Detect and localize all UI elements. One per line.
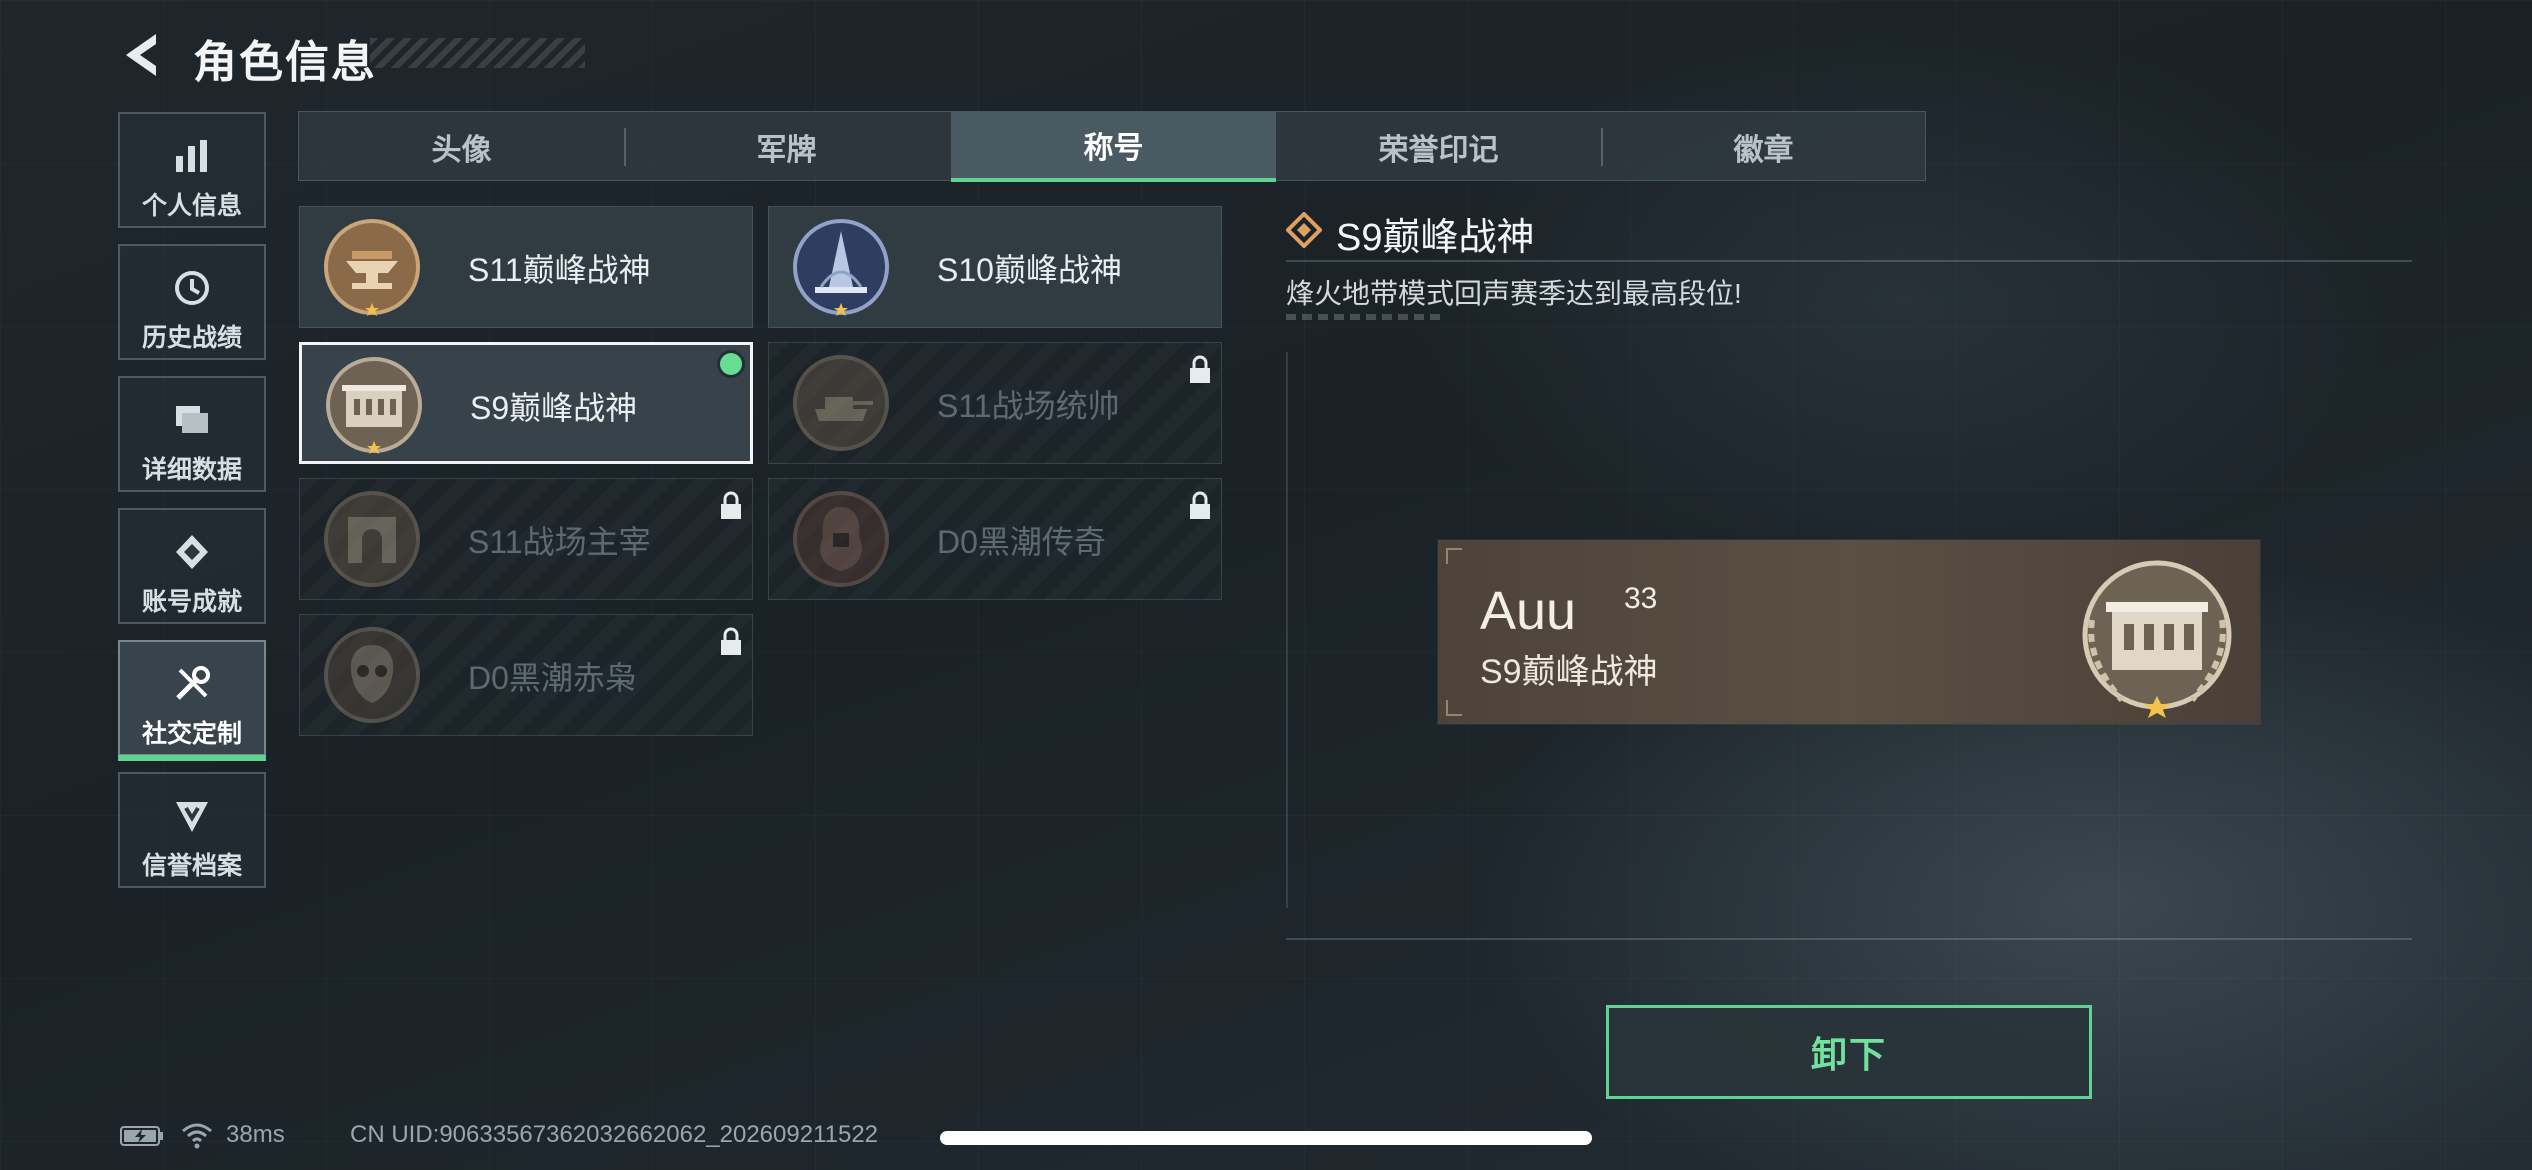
tab-honor-mark[interactable]: 荣誉印记 xyxy=(1276,112,1601,182)
title-name: S11战场主宰 xyxy=(468,524,651,560)
wifi-icon xyxy=(182,1123,212,1149)
equipped-indicator xyxy=(720,353,742,375)
lock-icon xyxy=(721,627,741,655)
title-card[interactable]: S10巅峰战神 xyxy=(768,206,1222,328)
bar-chart-icon xyxy=(170,134,214,178)
lock-icon xyxy=(721,491,741,519)
nameplate-title: S9巅峰战神 xyxy=(1480,653,1658,691)
title-decoration xyxy=(370,38,585,68)
chevron-left-icon[interactable] xyxy=(118,30,166,80)
lock-icon xyxy=(1190,355,1210,383)
player-level: 33 xyxy=(1624,582,1658,615)
sidebar-item-social-custom[interactable]: 社交定制 xyxy=(118,640,266,761)
sidebar-item-achievements[interactable]: 账号成就 xyxy=(118,508,266,624)
title-card-locked[interactable]: S11战场统帅 xyxy=(768,342,1222,464)
achievement-badge-icon xyxy=(170,530,214,574)
title-card-locked[interactable]: D0黑潮传奇 xyxy=(768,478,1222,600)
sidebar-item-label: 详细数据 xyxy=(141,456,242,484)
title-name: S9巅峰战神 xyxy=(470,390,638,426)
preview-frame-edge xyxy=(1286,352,1288,908)
skull-mask-medal-icon xyxy=(324,627,420,723)
preview-frame-edge xyxy=(1286,938,2412,940)
corner-bracket xyxy=(1446,700,1462,716)
title-card-locked[interactable]: D0黑潮赤枭 xyxy=(299,614,753,736)
title-name: S11战场统帅 xyxy=(937,388,1120,424)
page-title: 角色信息 xyxy=(193,38,377,87)
tab-dog-tag[interactable]: 军牌 xyxy=(624,112,949,182)
tools-icon xyxy=(170,662,214,706)
sidebar-item-history[interactable]: 历史战绩 xyxy=(118,244,266,360)
title-card-selected[interactable]: S9巅峰战神 xyxy=(299,342,753,464)
title-card-locked[interactable]: S11战场主宰 xyxy=(299,478,753,600)
player-name: Auu xyxy=(1480,581,1577,641)
sidebar-item-credit-record[interactable]: 信誉档案 xyxy=(118,772,266,888)
corner-bracket xyxy=(1446,548,1462,564)
hooded-figure-medal-icon xyxy=(793,491,889,587)
tower-medal-icon xyxy=(793,219,889,316)
detail-divider xyxy=(1286,260,2412,262)
title-name: D0黑潮传奇 xyxy=(937,524,1106,560)
tab-badge[interactable]: 徽章 xyxy=(1601,112,1926,182)
tab-title[interactable]: 称号 xyxy=(951,112,1276,182)
ping-readout: 38ms xyxy=(226,1121,285,1148)
sidebar-item-label: 账号成就 xyxy=(141,588,242,616)
anvil-medal-icon xyxy=(324,219,420,316)
history-clock-icon xyxy=(170,266,214,310)
sidebar-item-label: 个人信息 xyxy=(141,192,242,220)
sidebar-item-detailed-data[interactable]: 详细数据 xyxy=(118,376,266,492)
sidebar-item-label: 信誉档案 xyxy=(141,852,242,880)
arch-medal-icon xyxy=(324,491,420,587)
title-name: D0黑潮赤枭 xyxy=(468,660,637,696)
shield-chevron-icon xyxy=(170,794,214,838)
detail-description: 烽火地带模式回声赛季达到最高段位! xyxy=(1286,278,1742,309)
title-name: S11巅峰战神 xyxy=(468,252,651,288)
tab-avatar[interactable]: 头像 xyxy=(299,112,624,182)
tab-bar: 头像 军牌 称号 荣誉印记 徽章 xyxy=(298,111,1926,182)
title-card[interactable]: S11巅峰战神 xyxy=(299,206,753,328)
fortress-medal-icon xyxy=(326,357,422,454)
sidebar-item-label: 历史战绩 xyxy=(141,324,242,352)
title-name: S10巅峰战神 xyxy=(937,252,1122,288)
fortress-medal-icon xyxy=(2082,560,2232,718)
sidebar-item-label: 社交定制 xyxy=(141,720,242,748)
nameplate-preview: Auu 33 S9巅峰战神 xyxy=(1438,540,2260,724)
title-diamond-icon xyxy=(1286,212,1322,248)
lock-icon xyxy=(1190,491,1210,519)
unequip-button[interactable]: 卸下 xyxy=(1606,1005,2092,1099)
decorative-dashes xyxy=(1286,314,1446,320)
detail-title: S9巅峰战神 xyxy=(1336,217,1535,259)
battery-charging-icon xyxy=(120,1126,163,1146)
folder-stack-icon xyxy=(170,398,214,442)
tank-medal-icon xyxy=(793,355,889,451)
sidebar-item-personal-info[interactable]: 个人信息 xyxy=(118,112,266,228)
home-indicator[interactable] xyxy=(940,1131,1592,1145)
user-uid: CN UID:9063356736203266206​2_20260921152… xyxy=(350,1121,879,1148)
